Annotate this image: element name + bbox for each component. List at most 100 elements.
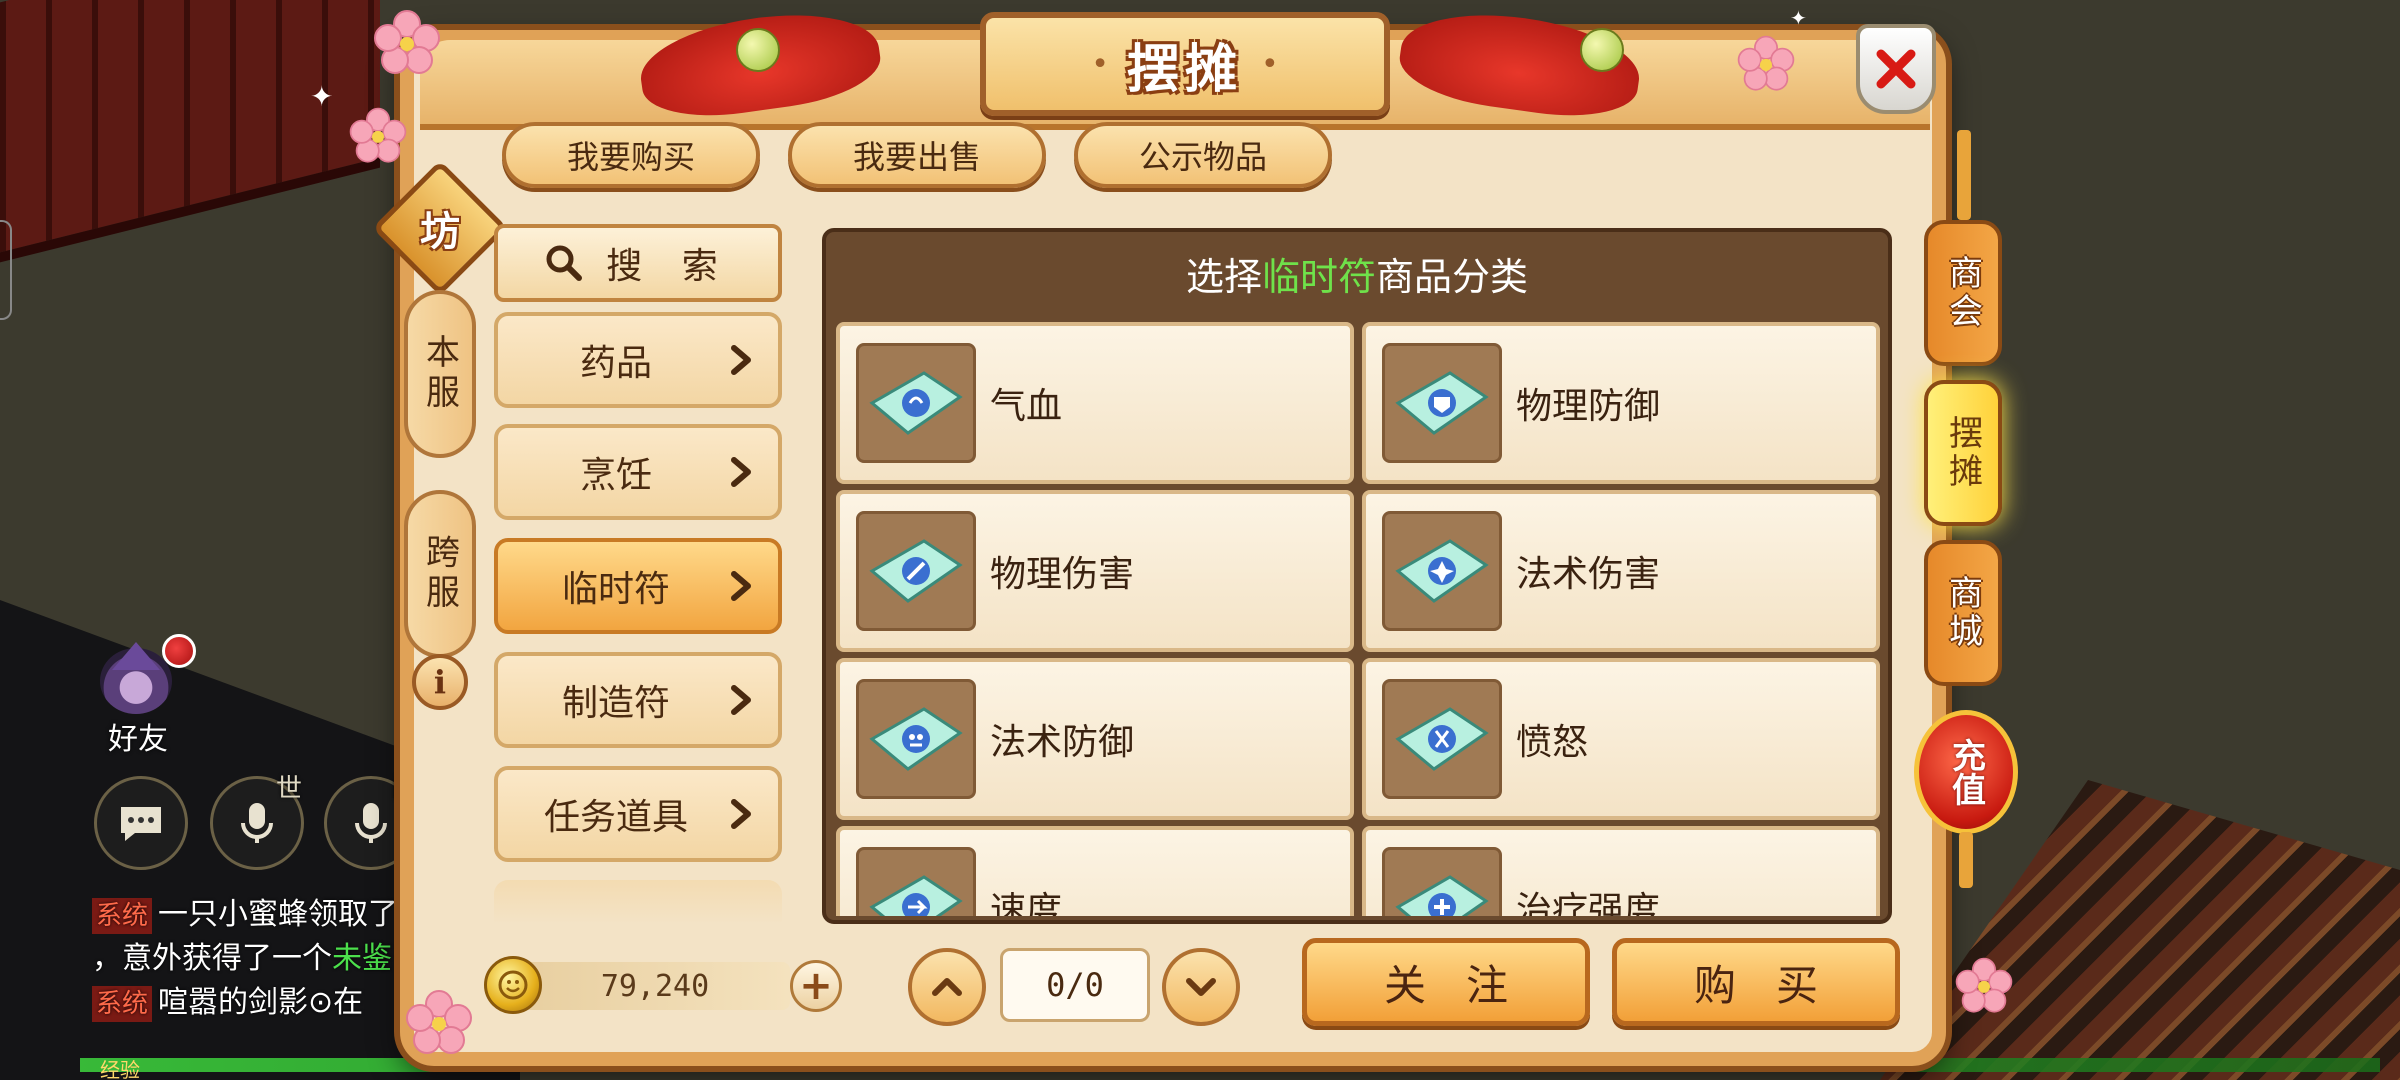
tab-public-items[interactable]: 公示物品 bbox=[1074, 122, 1332, 188]
title-plaque: • 摆摊 • bbox=[980, 12, 1390, 116]
category-medicine[interactable]: 药品 bbox=[494, 312, 782, 408]
category-cooking[interactable]: 烹饪 bbox=[494, 424, 782, 520]
microphone-icon bbox=[355, 803, 387, 843]
search-label: 搜 索 bbox=[606, 246, 732, 287]
friend-avatar bbox=[100, 642, 172, 714]
friends-button[interactable]: 好友 bbox=[92, 634, 196, 757]
talisman-pdef-icon bbox=[1382, 343, 1502, 463]
chat-text: 喧嚣的剑影⊙在 bbox=[158, 985, 364, 1020]
item-name: 气血 bbox=[990, 386, 1063, 427]
item-speed[interactable]: 速度 bbox=[836, 826, 1354, 916]
chat-bubble-icon bbox=[121, 807, 161, 841]
page-up-button[interactable] bbox=[908, 948, 986, 1026]
category-label: 烹饪 bbox=[579, 455, 652, 496]
item-name: 速度 bbox=[990, 890, 1063, 916]
category-crafting-talisman[interactable]: 制造符 bbox=[494, 652, 782, 748]
jade-bead-decoration bbox=[1580, 28, 1624, 72]
chat-text: 一只小蜜蜂领取了 bbox=[158, 897, 399, 932]
category-label: 临时符 bbox=[561, 569, 670, 610]
chevron-right-icon bbox=[731, 799, 751, 829]
peach-blossom-icon bbox=[349, 107, 407, 163]
category-label: 药品 bbox=[579, 343, 652, 384]
tab-sell[interactable]: 我要出售 bbox=[788, 122, 1046, 188]
item-rage[interactable]: 愤怒 bbox=[1362, 658, 1880, 820]
item-name: 法术伤害 bbox=[1516, 554, 1661, 595]
talisman-heal-icon bbox=[1382, 847, 1502, 916]
category-label: 制造符 bbox=[561, 683, 670, 724]
category-list-overflow bbox=[494, 880, 782, 924]
chevron-right-icon bbox=[731, 571, 751, 601]
chat-item-link[interactable]: 未鉴 bbox=[332, 941, 392, 976]
chat-text: ，意外获得了一个 bbox=[92, 941, 332, 976]
talisman-matk-icon bbox=[1382, 511, 1502, 631]
chevron-down-icon bbox=[1186, 978, 1216, 996]
money-display: 79,240 bbox=[520, 962, 790, 1010]
close-icon bbox=[1876, 49, 1916, 89]
friends-label: 好友 bbox=[108, 722, 168, 757]
chevron-up-icon bbox=[932, 978, 962, 996]
recharge-button[interactable]: 充值 bbox=[1914, 710, 2018, 834]
title-dot-icon: • bbox=[1091, 46, 1109, 82]
tab-cross-server[interactable]: 跨服 bbox=[404, 490, 476, 658]
page-indicator: 0/0 bbox=[1000, 948, 1150, 1022]
peach-blossom-icon bbox=[1955, 957, 2013, 1013]
talisman-mdef-icon bbox=[856, 679, 976, 799]
buy-button[interactable]: 购买 bbox=[1612, 938, 1900, 1026]
sparkle-icon: ✦ bbox=[1790, 6, 1807, 30]
peach-blossom-icon bbox=[1737, 35, 1795, 91]
tab-current-server[interactable]: 本服 bbox=[404, 290, 476, 458]
item-healing-power[interactable]: 治疗强度 bbox=[1362, 826, 1880, 916]
item-magic-defense[interactable]: 法术防御 bbox=[836, 658, 1354, 820]
item-name: 物理防御 bbox=[1516, 386, 1661, 427]
screen-edge-handle[interactable] bbox=[0, 220, 12, 320]
chevron-right-icon bbox=[731, 685, 751, 715]
building-roof bbox=[0, 0, 380, 273]
tab-buy[interactable]: 我要购买 bbox=[502, 122, 760, 188]
chat-button[interactable] bbox=[94, 776, 188, 870]
page-down-button[interactable] bbox=[1162, 948, 1240, 1026]
peach-blossom-icon bbox=[406, 990, 472, 1054]
item-name: 物理伤害 bbox=[990, 554, 1135, 595]
talisman-rage-icon bbox=[1382, 679, 1502, 799]
search-icon bbox=[546, 245, 583, 281]
item-physical-defense[interactable]: 物理防御 bbox=[1362, 322, 1880, 484]
category-header: 选择 临时符 商品分类 bbox=[822, 236, 1892, 310]
jade-bead-decoration bbox=[736, 28, 780, 72]
notification-dot bbox=[162, 634, 196, 668]
sparkle-icon: ✦ bbox=[310, 80, 334, 113]
tassel-decoration bbox=[1957, 130, 1971, 220]
category-quest-items[interactable]: 任务道具 bbox=[494, 766, 782, 862]
talisman-patk-icon bbox=[856, 511, 976, 631]
tab-guild-market[interactable]: 商会 bbox=[1924, 220, 2002, 366]
system-tag: 系统 bbox=[92, 898, 153, 934]
close-button[interactable] bbox=[1856, 24, 1936, 114]
gold-coin-icon bbox=[484, 956, 542, 1014]
item-hp[interactable]: 气血 bbox=[836, 322, 1354, 484]
category-temporary-talisman[interactable]: 临时符 bbox=[494, 538, 782, 634]
title-dot-icon: • bbox=[1261, 46, 1279, 82]
item-grid[interactable]: 气血 物理防御 物理伤害 法术伤害 法术防御 愤怒 速度 治疗强度 bbox=[836, 322, 1880, 916]
item-name: 法术防御 bbox=[990, 722, 1135, 763]
system-tag: 系统 bbox=[92, 986, 153, 1022]
item-physical-damage[interactable]: 物理伤害 bbox=[836, 490, 1354, 652]
market-badge-label: 坊 bbox=[420, 209, 460, 255]
category-label: 任务道具 bbox=[543, 797, 688, 838]
peach-blossom-icon bbox=[374, 10, 440, 74]
follow-button[interactable]: 关注 bbox=[1302, 938, 1590, 1026]
experience-label: 经验 bbox=[100, 1058, 140, 1080]
tab-mall[interactable]: 商城 bbox=[1924, 540, 2002, 686]
chevron-right-icon bbox=[731, 457, 751, 487]
talisman-speed-icon bbox=[856, 847, 976, 916]
item-name: 治疗强度 bbox=[1516, 890, 1661, 916]
world-channel-label: 世 bbox=[276, 774, 303, 804]
add-money-button[interactable]: + bbox=[790, 960, 842, 1012]
chevron-right-icon bbox=[731, 345, 751, 375]
search-button[interactable]: 搜 索 bbox=[494, 224, 782, 302]
header-highlight: 临时符 bbox=[1261, 254, 1376, 299]
tassel-decoration bbox=[1959, 832, 1973, 888]
tab-stall[interactable]: 摆摊 bbox=[1924, 380, 2002, 526]
info-button[interactable]: i bbox=[412, 654, 468, 710]
header-prefix: 选择 bbox=[1185, 254, 1262, 299]
item-magic-damage[interactable]: 法术伤害 bbox=[1362, 490, 1880, 652]
talisman-hp-icon bbox=[856, 343, 976, 463]
